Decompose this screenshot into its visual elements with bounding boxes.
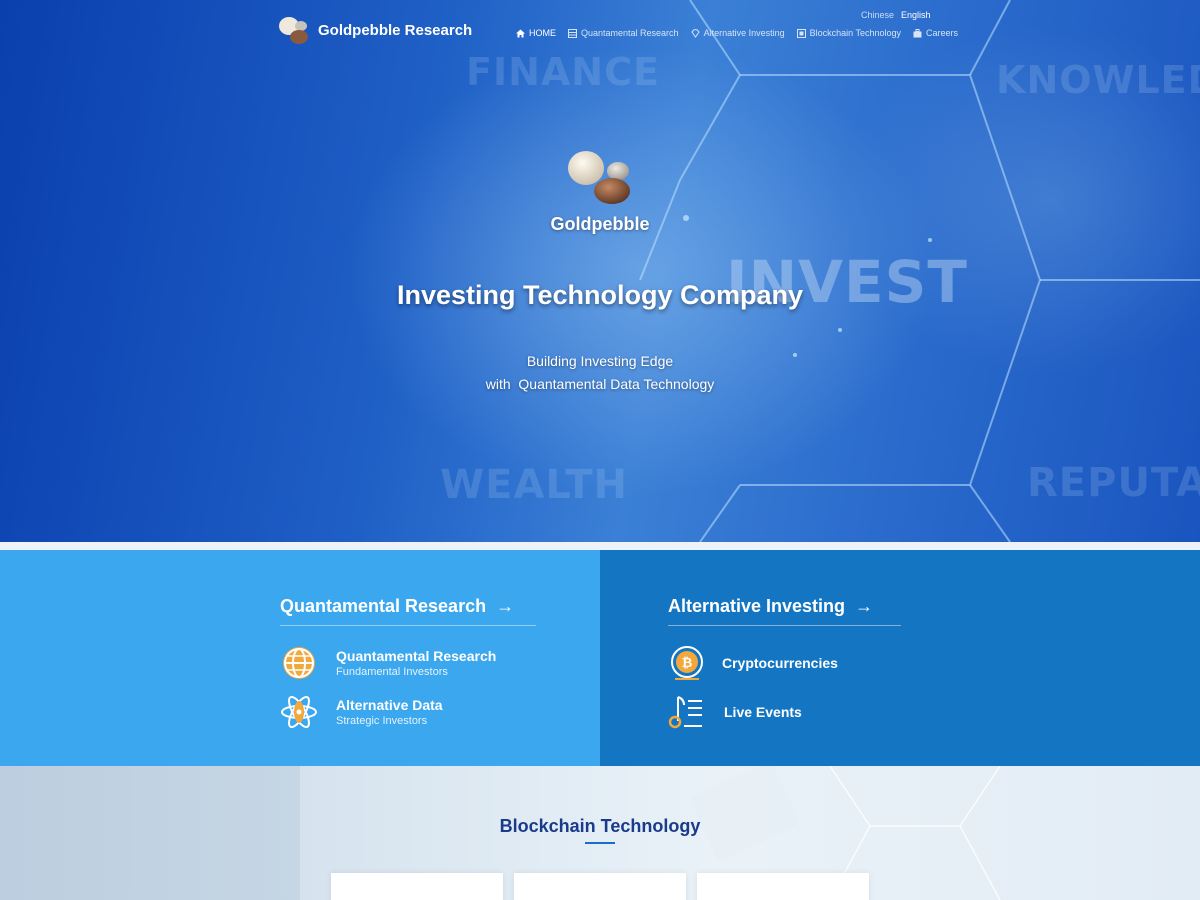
nav-careers[interactable]: Careers <box>913 28 958 38</box>
brand-logo[interactable]: Goldpebble Research <box>278 15 472 45</box>
nav-alternative-investing[interactable]: Alternative Investing <box>690 28 785 38</box>
heading-divider <box>668 625 901 626</box>
service-name: Quantamental Research <box>336 648 497 664</box>
service-name: Alternative Data <box>336 697 443 713</box>
lang-chinese[interactable]: Chinese <box>861 10 894 20</box>
nav-quantamental-research[interactable]: Quantamental Research <box>568 28 679 38</box>
atom-icon <box>280 693 318 731</box>
hexagon-graphic <box>639 0 1200 542</box>
quantamental-heading-link[interactable]: Quantamental Research → <box>280 596 514 617</box>
hero-banner: FINANCE KNOWLED INVEST WEALTH REPUTA Gol… <box>0 0 1200 542</box>
brand-name: Goldpebble Research <box>318 21 473 39</box>
nav-careers-label: Careers <box>926 28 959 38</box>
hero-subtitle-line2: with Quantamental Data Technology <box>485 376 715 392</box>
blockchain-icon <box>796 28 806 38</box>
lang-english[interactable]: English <box>901 10 931 20</box>
service-name: Cryptocurrencies <box>722 655 838 671</box>
pebble-logo-icon <box>279 17 308 44</box>
service-desc: Fundamental Investors <box>336 666 448 678</box>
diamond-icon <box>690 28 700 38</box>
hero-brand-name: Goldpebble <box>550 214 650 234</box>
nav-home[interactable]: HOME <box>516 28 556 38</box>
music-note-list-icon <box>668 693 706 731</box>
service-name: Live Events <box>724 704 802 720</box>
language-switcher: Chinese English <box>861 10 931 20</box>
service-cryptocurrencies[interactable]: ₿ Cryptocurrencies <box>668 644 838 682</box>
nav-home-label: HOME <box>529 28 556 38</box>
heading-divider <box>280 625 536 626</box>
quantamental-heading: Quantamental Research <box>280 596 487 616</box>
arrow-right-icon: → <box>855 596 874 616</box>
grid-icon <box>568 28 577 38</box>
blockchain-section: Blockchain Technology <box>0 766 1200 900</box>
service-alternative-data[interactable]: Alternative Data Strategic Investors <box>280 693 443 731</box>
main-nav: HOME Quantamental Research Alternative I… <box>516 28 958 38</box>
blockchain-card[interactable] <box>331 873 503 900</box>
nav-quantamental-label: Quantamental Research <box>581 28 679 38</box>
nav-blockchain-label: Blockchain Technology <box>809 28 902 38</box>
globe-icon <box>280 644 318 682</box>
service-desc: Strategic Investors <box>336 715 428 727</box>
blockchain-card[interactable] <box>514 873 686 900</box>
svg-text:₿: ₿ <box>682 656 693 671</box>
alternative-investing-heading: Alternative Investing <box>668 596 846 616</box>
alternative-investing-heading-link[interactable]: Alternative Investing → <box>668 596 873 617</box>
service-quantamental-research[interactable]: Quantamental Research Fundamental Invest… <box>280 644 496 682</box>
bitcoin-icon: ₿ <box>668 644 706 682</box>
hero-title: Investing Technology Company <box>396 280 804 310</box>
pebble-hero-logo-icon <box>568 151 630 204</box>
quantamental-panel: Quantamental Research → Quantamental Res… <box>0 550 600 766</box>
section-divider <box>0 542 1200 550</box>
service-live-events[interactable]: Live Events <box>668 693 802 731</box>
blockchain-heading: Blockchain Technology <box>499 816 701 836</box>
heading-underline <box>585 842 615 844</box>
briefcase-icon <box>913 28 922 38</box>
blockchain-card[interactable] <box>697 873 869 900</box>
arrow-right-icon: → <box>496 596 515 616</box>
nav-alternative-label: Alternative Investing <box>703 28 785 38</box>
alternative-investing-panel: Alternative Investing → ₿ Cryptocurrenci… <box>600 550 1200 766</box>
hero-subtitle-line1: Building Investing Edge <box>526 353 674 369</box>
home-icon <box>516 29 525 38</box>
nav-blockchain-technology[interactable]: Blockchain Technology <box>796 28 902 38</box>
